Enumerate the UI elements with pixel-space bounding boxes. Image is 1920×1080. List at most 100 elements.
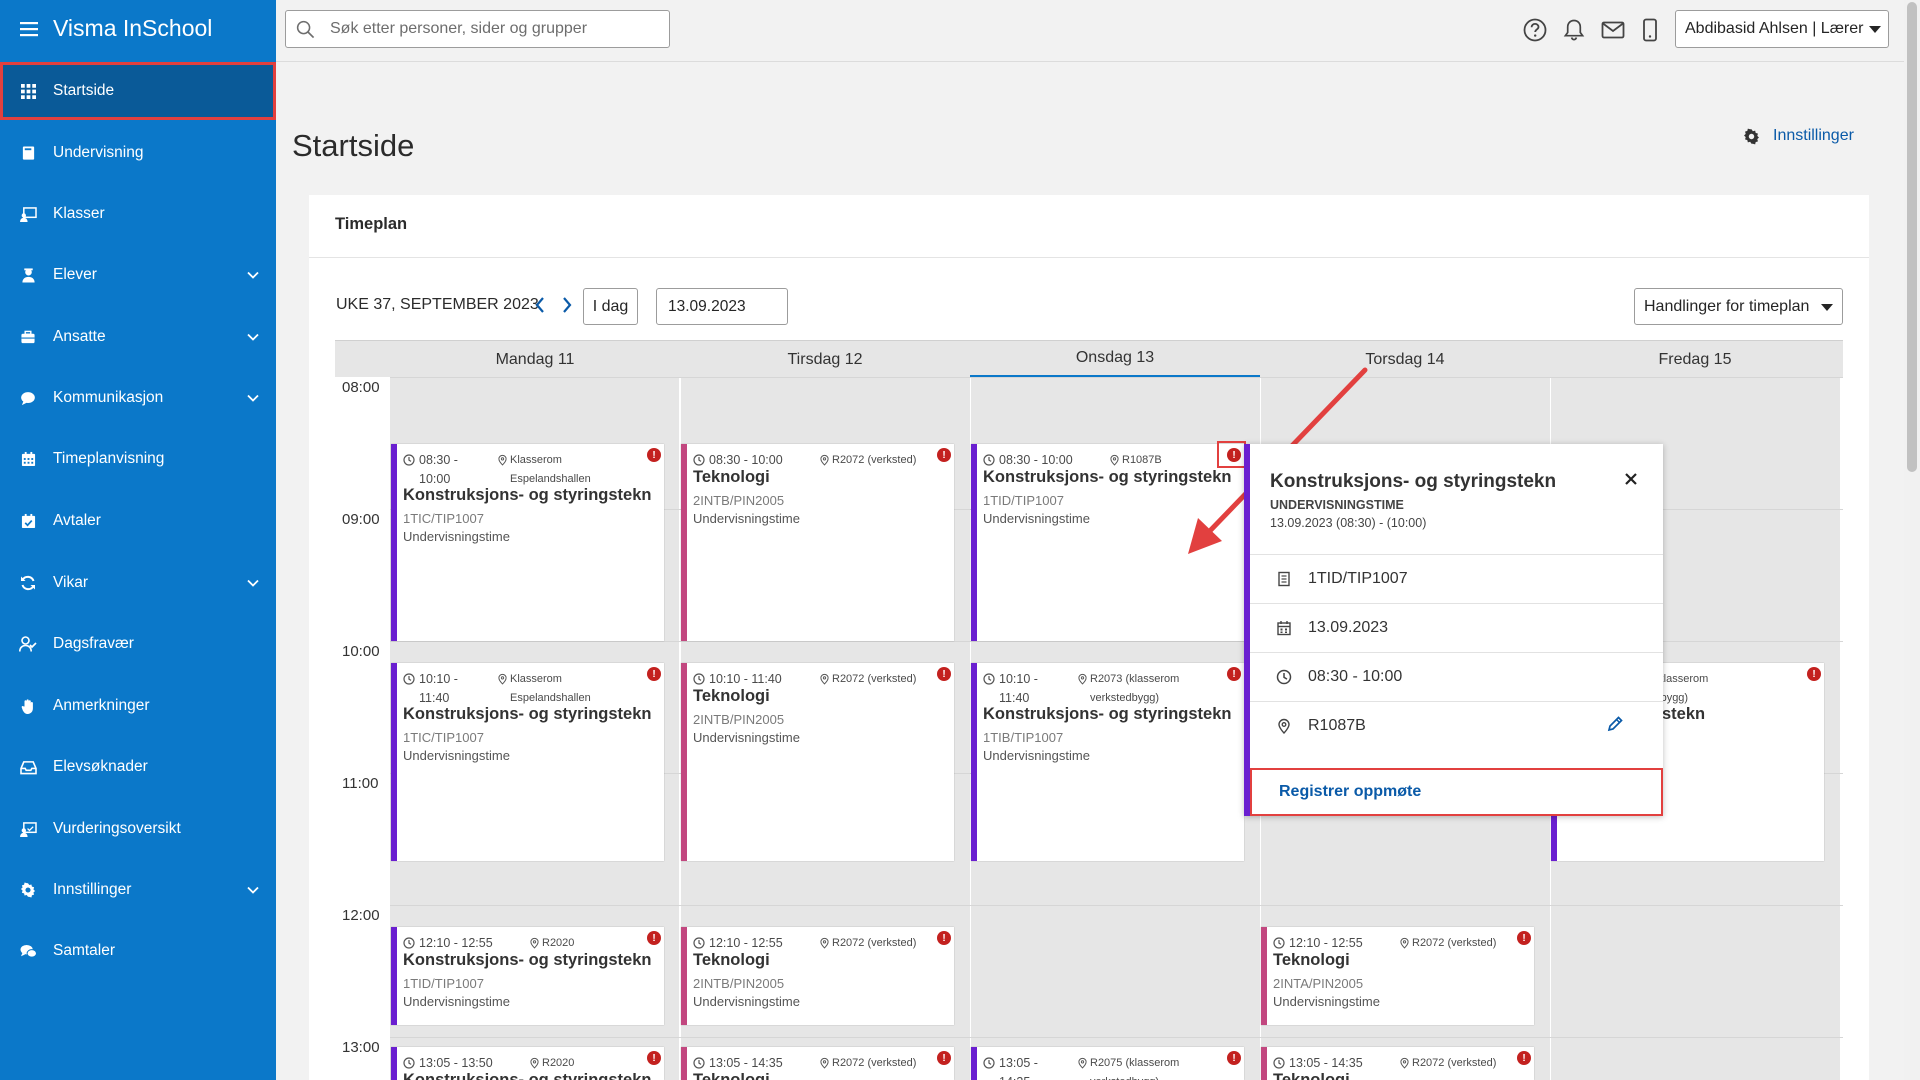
- event-room-text: Klasserom Espelandshallen: [510, 673, 591, 704]
- location-pin-icon: [820, 1057, 829, 1069]
- event-room-text: R2072 (verksted): [832, 1057, 917, 1069]
- help-icon[interactable]: [1522, 17, 1548, 43]
- sidebar-item-innstillinger[interactable]: Innstillinger: [0, 861, 276, 919]
- warning-icon[interactable]: !: [1517, 931, 1531, 945]
- sidebar-item-kommunikasjon[interactable]: Kommunikasjon: [0, 369, 276, 427]
- location-pin-icon: [1400, 937, 1409, 949]
- timetable-event[interactable]: 12:10 - 12:55 R2072 (verksted) Teknologi 2I…: [681, 927, 954, 1025]
- warning-icon[interactable]: !: [1227, 667, 1241, 681]
- timetable-event[interactable]: 12:10 - 12:55 R2020 Konstruksjons- og styr…: [391, 927, 664, 1025]
- search-box[interactable]: [285, 10, 670, 48]
- warning-icon[interactable]: !: [647, 667, 661, 681]
- timetable-event[interactable]: 08:30 - 10:00 R2072 (verksted) Teknologi 2I…: [681, 444, 954, 641]
- timetable-event[interactable]: 08:30 - 10:00 Klasserom Espelandshallen Ko…: [391, 444, 664, 641]
- clock-icon: [693, 673, 705, 685]
- location-pin-icon: [1400, 1057, 1409, 1069]
- warning-icon[interactable]: !: [937, 667, 951, 681]
- timetable-event[interactable]: 13:05 - 13:50 R2020 Konstruksjons- og styr…: [391, 1047, 664, 1080]
- warning-icon[interactable]: !: [937, 931, 951, 945]
- sidebar-item-avtaler[interactable]: Avtaler: [0, 492, 276, 550]
- warning-icon[interactable]: !: [937, 1051, 951, 1065]
- location-pin-icon: [530, 1057, 539, 1069]
- timetable-actions-button[interactable]: Handlinger for timeplan: [1634, 288, 1843, 325]
- warning-icon[interactable]: !: [1517, 1051, 1531, 1065]
- warning-icon[interactable]: !: [647, 1051, 661, 1065]
- close-icon[interactable]: [1624, 472, 1638, 486]
- assessment-icon: [18, 819, 38, 839]
- timetable-event[interactable]: 12:10 - 12:55 R2072 (verksted) Teknologi 2I…: [1261, 927, 1534, 1025]
- sidebar-item-startside[interactable]: Startside: [0, 62, 276, 120]
- event-room-text: R2072 (verksted): [832, 454, 917, 466]
- sidebar-item-vikar[interactable]: Vikar: [0, 554, 276, 612]
- clock-icon: [1276, 669, 1292, 685]
- bell-icon[interactable]: [1561, 17, 1587, 43]
- popup-course-code: 1TID/TIP1007: [1308, 570, 1408, 587]
- warning-icon[interactable]: !: [647, 931, 661, 945]
- event-room-text: R2075 (klasserom verkstedbygg): [1090, 1057, 1180, 1080]
- sidebar-item-timeplanvisning[interactable]: Timeplanvisning: [0, 430, 276, 488]
- sidebar-item-ansatte[interactable]: Ansatte: [0, 308, 276, 366]
- event-room-text: R2073 (klasserom verkstedbygg): [1090, 673, 1180, 704]
- register-attendance-button[interactable]: Registrer oppmøte: [1250, 768, 1663, 816]
- timetable-event[interactable]: 10:10 - 11:40 R2072 (verksted) Teknologi 2I…: [681, 663, 954, 861]
- mail-icon[interactable]: [1600, 17, 1626, 43]
- calendar-check-icon: [18, 511, 38, 531]
- location-pin-icon: [820, 454, 829, 466]
- day-header[interactable]: Mandag 11: [390, 341, 680, 378]
- timetable-event[interactable]: 10:10 - 11:40 Klasserom Espelandshallen Ko…: [391, 663, 664, 861]
- app-title[interactable]: Visma InSchool: [53, 15, 212, 42]
- timetable-event[interactable]: 13:05 - 14:35 R2072 (verksted) Teknologi!: [681, 1047, 954, 1080]
- sidebar-item-undervisning[interactable]: Undervisning: [0, 124, 276, 182]
- event-type: Undervisningstime: [693, 994, 800, 1009]
- event-subject: Teknologi: [693, 1071, 770, 1080]
- timetable-event[interactable]: 13:05 - 14:35 R2072 (verksted) Teknologi!: [1261, 1047, 1534, 1080]
- chevron-left-icon[interactable]: [533, 295, 547, 315]
- chevron-right-icon[interactable]: [560, 295, 574, 315]
- pencil-edit-icon[interactable]: [1606, 715, 1624, 733]
- warning-icon[interactable]: !: [1807, 667, 1821, 681]
- settings-link[interactable]: Innstillinger: [1743, 127, 1854, 145]
- location-pin-icon: [1078, 1057, 1087, 1069]
- day-header[interactable]: Fredag 15: [1550, 341, 1840, 378]
- popup-title: Konstruksjons- og styringstekn: [1270, 471, 1557, 492]
- event-code: 2INTB/PIN2005: [693, 712, 785, 727]
- mobile-icon[interactable]: [1637, 17, 1663, 43]
- sidebar-item-samtaler[interactable]: Samtaler: [0, 922, 276, 980]
- chevron-down-icon: [247, 271, 259, 279]
- popup-row-course: 1TID/TIP1007: [1250, 554, 1663, 603]
- warning-icon[interactable]: !: [1227, 1051, 1241, 1065]
- sidebar-item-elevsøknader[interactable]: Elevsøknader: [0, 738, 276, 796]
- location-pin-icon: [1078, 673, 1087, 685]
- user-menu[interactable]: Abdibasid Ahlsen | Lærer: [1675, 10, 1889, 48]
- event-type: Undervisningstime: [403, 748, 510, 763]
- popup-row-room: R1087B: [1250, 701, 1663, 750]
- sidebar-item-vurderingsoversikt[interactable]: Vurderingsoversikt: [0, 800, 276, 858]
- timetable-event[interactable]: 10:10 - 11:40 R2073 (klasserom verkstedby…: [971, 663, 1244, 861]
- day-header[interactable]: Tirsdag 12: [680, 341, 970, 378]
- sidebar-item-anmerkninger[interactable]: Anmerkninger: [0, 677, 276, 735]
- hour-line: [390, 905, 1843, 906]
- sidebar-item-dagsfravær[interactable]: Dagsfravær: [0, 615, 276, 673]
- event-code: 1TIB/TIP1007: [983, 730, 1064, 745]
- sidebar-item-elever[interactable]: Elever: [0, 246, 276, 304]
- today-button[interactable]: I dag: [583, 288, 638, 325]
- warning-icon[interactable]: !: [937, 448, 951, 462]
- clock-icon: [983, 454, 995, 466]
- hamburger-menu-icon[interactable]: [20, 21, 38, 37]
- hour-line: [390, 1037, 1843, 1038]
- scrollbar-thumb[interactable]: [1907, 2, 1917, 472]
- date-input[interactable]: 13.09.2023: [656, 288, 788, 325]
- user-check-icon: [18, 634, 38, 654]
- event-type: Undervisningstime: [693, 511, 800, 526]
- warning-icon[interactable]: !: [647, 448, 661, 462]
- event-time-text: 08:30 - 10:00: [419, 453, 458, 486]
- search-input[interactable]: [330, 19, 660, 39]
- event-subject: Teknologi: [693, 468, 770, 486]
- refresh-icon: [18, 573, 38, 593]
- sidebar-item-label: Anmerkninger: [53, 697, 150, 714]
- timetable-event[interactable]: 13:05 - 14:35 R2075 (klasserom verkstedby…: [971, 1047, 1244, 1080]
- clock-icon: [693, 1057, 705, 1069]
- sidebar-item-klasser[interactable]: Klasser: [0, 185, 276, 243]
- hand-icon: [18, 696, 38, 716]
- event-room: R2072 (verksted): [820, 1054, 916, 1073]
